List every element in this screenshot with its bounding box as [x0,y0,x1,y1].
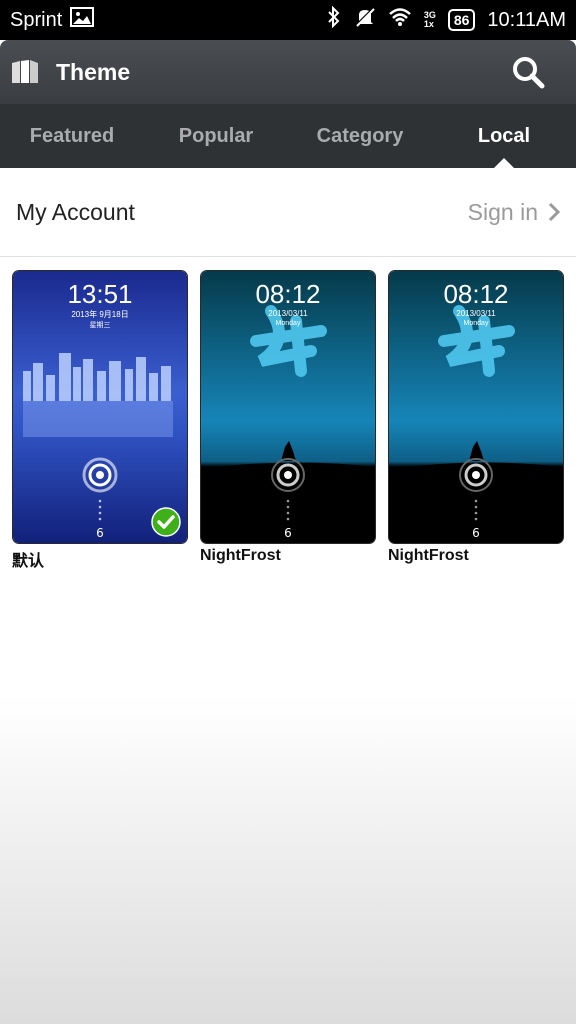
theme-grid: 6 13:51 2013年 9月18日 星期三 默认 6 08:12 2013/… [12,270,568,571]
theme-thumbnail[interactable]: 6 08:12 2013/03/11 Monday [200,270,376,544]
theme-name: NightFrost [200,547,281,564]
theme-thumbnail[interactable]: 6 13:51 2013年 9月18日 星期三 [12,270,188,544]
tab-local[interactable]: Local [432,104,576,168]
tab-bar: Featured Popular Category Local [0,104,576,168]
theme-name: 默认 [12,553,45,570]
theme-weekday: 星期三 [89,322,111,329]
svg-text:6: 6 [284,526,292,540]
theme-weekday: Monday [463,320,489,327]
theme-clock: 13:51 [67,279,133,309]
theme-weekday: Monday [275,320,301,327]
carrier-label: Sprint [10,8,63,31]
clock: 10:11AM [487,8,566,31]
theme-card[interactable]: 6 08:12 2013/03/11 Monday NightFrost [200,270,376,571]
svg-text:6: 6 [472,526,480,540]
theme-date: 2013年 9月18日 [71,310,129,319]
theme-date: 2013/03/11 [456,309,496,318]
wifi-icon [388,7,412,33]
sign-in-link[interactable]: Sign in [468,199,560,226]
theme-card[interactable]: 6 13:51 2013年 9月18日 星期三 默认 [12,270,188,571]
theme-thumbnail[interactable]: 6 08:12 2013/03/11 Monday [388,270,564,544]
theme-clock: 08:12 [255,279,321,309]
search-button[interactable] [510,54,546,90]
page-title: Theme [56,58,131,85]
theme-date: 2013/03/11 [268,309,308,318]
network-type-bottom: 1x [423,19,434,29]
svg-text:6: 6 [96,526,104,540]
search-icon [513,57,545,89]
theme-name: NightFrost [388,547,469,564]
image-notification-icon [70,7,95,33]
my-account-row[interactable]: My Account Sign in [0,168,576,257]
tab-featured[interactable]: Featured [0,104,144,168]
status-bar: Sprint 3G 1x 86 10:11AM [0,0,576,40]
chevron-right-icon [548,202,560,222]
sign-in-label: Sign in [467,198,538,225]
tab-category[interactable]: Category [288,104,432,168]
app-header: Theme [0,40,576,104]
battery-indicator: 86 [447,9,476,31]
network-indicator: 3G 1x [424,11,436,29]
theme-app-icon [10,57,40,87]
bluetooth-icon [326,5,342,34]
theme-card[interactable]: 6 08:12 2013/03/11 Monday NightFrost [388,270,564,571]
applied-check-icon [151,507,181,537]
my-account-label: My Account [16,198,135,225]
muted-bell-icon [354,6,376,34]
theme-clock: 08:12 [443,279,509,309]
tab-popular[interactable]: Popular [144,104,288,168]
